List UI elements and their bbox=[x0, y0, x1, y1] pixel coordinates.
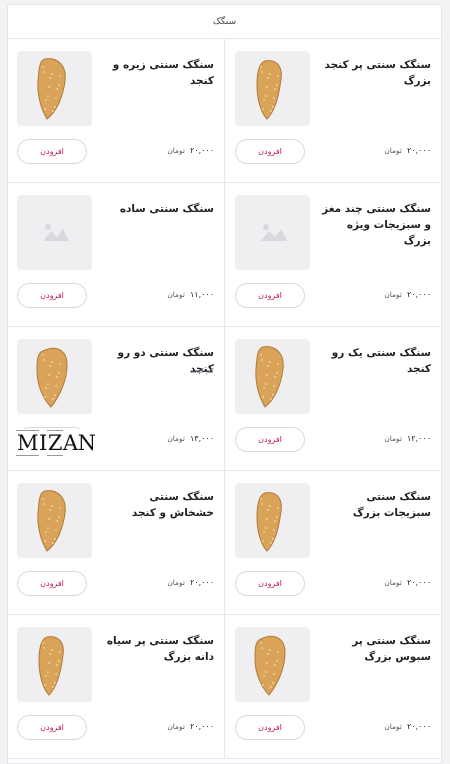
add-to-cart-button[interactable]: افزودن bbox=[235, 139, 305, 164]
product-image bbox=[235, 339, 310, 414]
price-currency: تومان bbox=[167, 146, 185, 155]
price-amount: ۲۰,۰۰۰ bbox=[189, 578, 214, 587]
add-to-cart-button[interactable]: افزودن bbox=[235, 715, 305, 740]
price-currency: تومان bbox=[384, 290, 402, 299]
product-name: سنگک سنتی زیره و کنجد bbox=[112, 59, 214, 87]
product-card[interactable]: سنگک سنتی پر سبوس بزرگ ۲۰,۰۰۰ تومان افزو… bbox=[224, 615, 441, 759]
product-card[interactable]: سنگک سنتی پر سیاه دانه بزرگ ۲۰,۰۰۰ تومان… bbox=[7, 615, 224, 759]
product-card[interactable]: سنگک سنتی پر کنجد بزرگ ۲۰,۰۰۰ تومان افزو… bbox=[224, 39, 441, 183]
price-currency: تومان bbox=[167, 434, 185, 443]
price-currency: تومان bbox=[167, 722, 185, 731]
product-grid: سنگک سنتی پر کنجد بزرگ ۲۰,۰۰۰ تومان افزو… bbox=[7, 39, 441, 759]
product-price: ۱۳,۰۰۰ تومان bbox=[167, 434, 214, 443]
bread-image bbox=[37, 490, 66, 552]
price-amount: ۱۳,۰۰۰ bbox=[189, 434, 214, 443]
product-card[interactable]: سنگک سنتی ساده ۱۱,۰۰۰ تومان افزودن bbox=[7, 183, 224, 327]
product-price: ۲۰,۰۰۰ تومان bbox=[167, 722, 214, 731]
add-to-cart-button[interactable]: افزودن bbox=[235, 571, 305, 596]
product-card[interactable]: سنگک سنتی سبزیجات بزرگ ۲۰,۰۰۰ تومان افزو… bbox=[224, 471, 441, 615]
price-currency: تومان bbox=[384, 434, 402, 443]
price-amount: ۱۲,۰۰۰ bbox=[406, 434, 431, 443]
product-image bbox=[17, 339, 92, 414]
price-currency: تومان bbox=[384, 578, 402, 587]
product-image bbox=[235, 195, 310, 270]
product-name: سنگک سنتی پر سبوس بزرگ bbox=[352, 635, 431, 663]
price-currency: تومان bbox=[167, 578, 185, 587]
product-card[interactable]: سنگک سنتی یک رو کنجد ۱۲,۰۰۰ تومان افزودن bbox=[224, 327, 441, 471]
product-name: سنگک سنتی پر سیاه دانه بزرگ bbox=[106, 635, 214, 663]
product-name: سنگک سنتی ساده bbox=[119, 203, 214, 215]
price-amount: ۲۰,۰۰۰ bbox=[406, 146, 431, 155]
price-currency: تومان bbox=[167, 290, 185, 299]
bread-image bbox=[36, 347, 68, 408]
add-to-cart-button[interactable]: افزودن bbox=[235, 283, 305, 308]
add-to-cart-button[interactable]: افزودن bbox=[17, 283, 87, 308]
product-card[interactable]: سنگک سنتی چند مغز و سبزیجات ویژه بزرگ ۲۰… bbox=[224, 183, 441, 327]
product-price: ۲۰,۰۰۰ تومان bbox=[384, 146, 431, 155]
product-name: سنگک سنتی یک رو کنجد bbox=[331, 347, 431, 375]
product-price: ۱۱,۰۰۰ تومان bbox=[167, 290, 214, 299]
price-amount: ۲۰,۰۰۰ bbox=[406, 722, 431, 731]
placeholder-image-icon bbox=[43, 224, 69, 241]
product-price: ۲۰,۰۰۰ تومان bbox=[167, 146, 214, 155]
product-subtitle: کم کنجد bbox=[190, 367, 214, 375]
product-image bbox=[17, 627, 92, 702]
product-name: سنگک سنتی چند مغز و سبزیجات ویژه بزرگ bbox=[322, 203, 431, 247]
price-amount: ۲۰,۰۰۰ bbox=[406, 290, 431, 299]
price-amount: ۲۰,۰۰۰ bbox=[189, 722, 214, 731]
add-to-cart-button[interactable]: افزودن bbox=[17, 139, 87, 164]
product-card[interactable]: سنگک سنتی زیره و کنجد ۲۰,۰۰۰ تومان افزود… bbox=[7, 39, 224, 183]
product-name: سنگک سنتی خشخاش و کنجد bbox=[131, 491, 214, 519]
bread-image bbox=[255, 346, 284, 408]
product-image bbox=[17, 51, 92, 126]
product-price: ۱۲,۰۰۰ تومان bbox=[384, 434, 431, 443]
category-header: سنگک bbox=[8, 5, 441, 39]
bread-image bbox=[38, 636, 64, 696]
product-price: ۲۰,۰۰۰ تومان bbox=[384, 722, 431, 731]
product-image bbox=[235, 51, 310, 126]
add-to-cart-button[interactable]: افزودن bbox=[17, 571, 87, 596]
product-price: ۲۰,۰۰۰ تومان bbox=[384, 290, 431, 299]
bread-image bbox=[256, 60, 282, 120]
bread-image bbox=[37, 58, 66, 120]
product-price: ۲۰,۰۰۰ تومان bbox=[167, 578, 214, 587]
product-card[interactable]: سنگک سنتی خشخاش و کنجد ۲۰,۰۰۰ تومان افزو… bbox=[7, 471, 224, 615]
price-amount: ۲۰,۰۰۰ bbox=[406, 578, 431, 587]
price-currency: تومان bbox=[384, 722, 402, 731]
bread-image bbox=[254, 635, 286, 696]
product-image bbox=[235, 483, 310, 558]
product-image bbox=[17, 483, 92, 558]
product-name: سنگک سنتی سبزیجات بزرگ bbox=[352, 491, 431, 519]
product-list-panel: سنگک سنگک سنتی پر کنجد بزرگ ۲۰,۰۰۰ تومان… bbox=[7, 4, 442, 764]
bread-image bbox=[256, 492, 282, 552]
placeholder-image-icon bbox=[261, 224, 287, 241]
product-image bbox=[17, 195, 92, 270]
price-amount: ۱۱,۰۰۰ bbox=[189, 290, 214, 299]
product-image bbox=[235, 627, 310, 702]
add-to-cart-button[interactable]: افزودن bbox=[17, 715, 87, 740]
product-name: سنگک سنتی پر کنجد بزرگ bbox=[324, 59, 431, 87]
add-to-cart-button[interactable]: افزودن bbox=[235, 427, 305, 452]
category-title: سنگک bbox=[212, 16, 237, 27]
product-price: ۲۰,۰۰۰ تومان bbox=[384, 578, 431, 587]
price-currency: تومان bbox=[384, 146, 402, 155]
watermark-logo: M I Z AN bbox=[16, 429, 101, 457]
price-amount: ۲۰,۰۰۰ bbox=[189, 146, 214, 155]
